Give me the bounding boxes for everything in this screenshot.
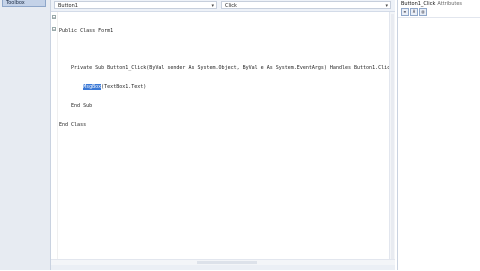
code-text[interactable]: Public Class Form1 Private Sub Button1_C… — [59, 15, 393, 141]
properties-grid[interactable] — [398, 17, 480, 271]
toolbox-panel: Toolbox — [0, 0, 51, 270]
code-line: Private Sub Button1_Click(ByVal sender A… — [59, 65, 394, 72]
categorized-icon[interactable]: ≡ — [401, 8, 409, 16]
properties-panel: Button1_Click Attributes ≡ A ▤ — [397, 0, 480, 271]
event-selector[interactable]: Click ▾ — [221, 1, 391, 9]
code-line: End Sub — [59, 103, 93, 110]
scroll-thumb[interactable] — [197, 261, 257, 264]
code-line: Public Class Form1 — [59, 27, 114, 34]
alphabetical-icon[interactable]: A — [410, 8, 418, 16]
code-line-highlighted: MsgBox(TextBox1.Text) — [83, 84, 147, 91]
properties-toolbar: ≡ A ▤ — [401, 8, 428, 16]
chevron-down-icon: ▾ — [385, 3, 388, 9]
collapse-icon[interactable]: − — [52, 15, 56, 20]
scroll-thumb[interactable] — [391, 14, 394, 264]
vertical-scrollbar[interactable] — [389, 12, 395, 265]
collapse-icon[interactable]: − — [52, 27, 56, 32]
editor-margin: − − — [51, 12, 58, 265]
status-strip — [51, 265, 395, 270]
properties-icon[interactable]: ▤ — [419, 8, 427, 16]
chevron-down-icon: ▾ — [211, 3, 214, 9]
selected-text: MsgBox — [83, 84, 102, 91]
event-selector-value: Click — [225, 3, 237, 9]
code-editor[interactable]: − − Public Class Form1 Private Sub Butto… — [51, 12, 395, 265]
properties-title: Button1_Click Attributes — [401, 1, 463, 7]
object-selector[interactable]: Button1 ▾ — [54, 1, 217, 9]
code-navigation-bar: Button1 ▾ Click ▾ — [51, 0, 395, 12]
object-selector-value: Button1 — [58, 3, 78, 9]
toolbox-tab[interactable]: Toolbox — [2, 0, 46, 7]
code-line: End Class — [59, 122, 87, 129]
